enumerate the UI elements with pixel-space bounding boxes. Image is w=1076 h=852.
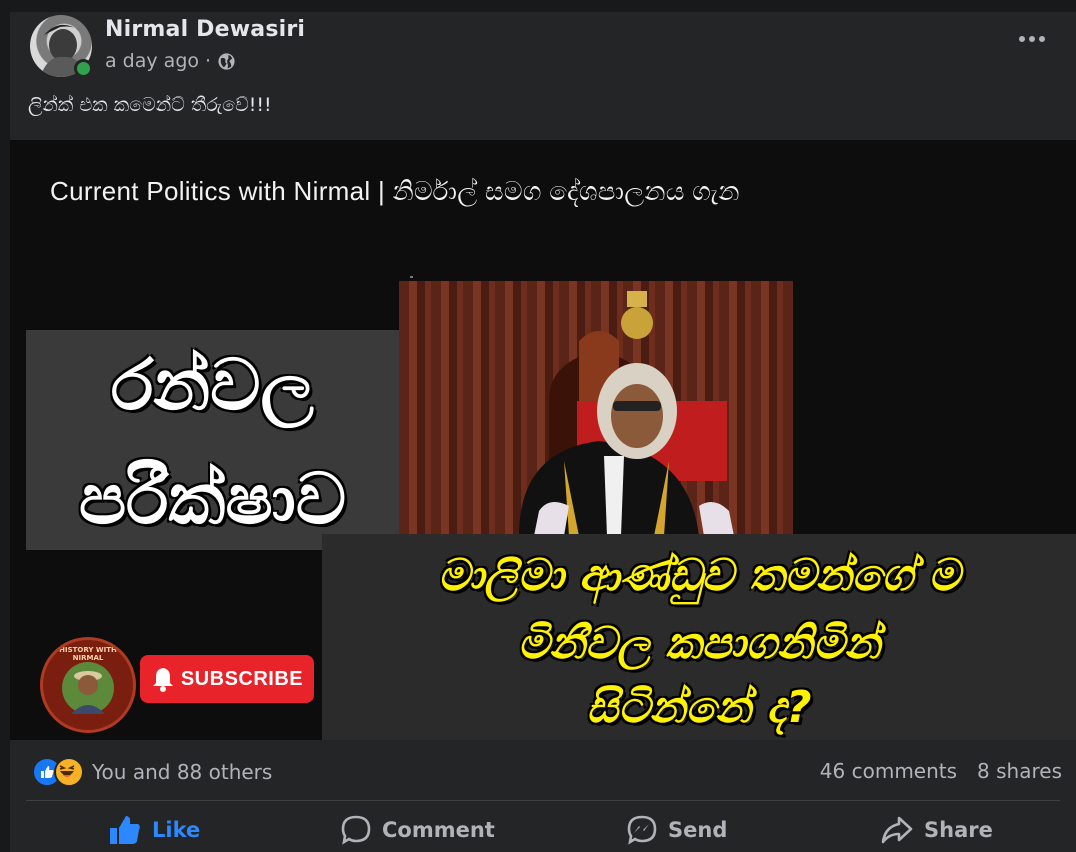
comment-icon [341,815,371,845]
comment-label: Comment [382,818,495,842]
headline-line-1: රන්වල [111,344,314,426]
post-card: Nirmal Dewasiri a day ago · ලින්ක් එක කම… [10,12,1076,852]
send-icon [627,815,657,845]
speaker-photo [399,281,793,536]
like-label: Like [152,818,201,842]
dot [1039,36,1045,42]
author-name[interactable]: Nirmal Dewasiri [105,17,305,42]
online-status-dot [74,59,93,78]
share-label: Share [924,818,993,842]
reactions-text: You and 88 others [92,760,273,784]
video-title: Current Politics with Nirmal | නිර්මාල් … [50,176,740,206]
post-meta: a day ago · [105,50,236,72]
share-icon [881,816,913,844]
channel-logo: HISTORY WITH NIRMAL [40,637,136,733]
shares-count[interactable]: 8 shares [977,759,1062,783]
bell-icon [152,668,173,692]
comment-button[interactable]: Comment [340,814,495,846]
comments-count[interactable]: 46 comments [820,759,957,783]
question-line-3: සිටින්නේ ද? [586,682,812,733]
like-button[interactable]: Like [108,814,200,846]
share-button[interactable]: Share [880,814,993,846]
question-line-1: මාලිමා ආණ්ඩුව තමන්ගේ ම [437,550,961,601]
top-strip [0,0,1076,12]
dot [1019,36,1025,42]
divider [26,800,1060,801]
question-line-2: මිනීවල කපාගනිමින් [517,618,881,669]
action-bar: Like Comment Send Share [10,810,1076,852]
counts: 46 comments 8 shares [820,759,1062,783]
send-button[interactable]: Send [626,814,727,846]
video-thumbnail[interactable]: Current Politics with Nirmal | නිර්මාල් … [10,140,1076,740]
dot [1029,36,1035,42]
meta-separator: · [205,50,212,72]
speck [410,276,413,278]
post-time[interactable]: a day ago [105,50,199,72]
more-options-icon[interactable] [1019,36,1045,42]
subscribe-badge: SUBSCRIBE [140,655,314,703]
reactions[interactable]: You and 88 others [32,757,272,787]
engagement-stats: You and 88 others 46 comments 8 shares [32,757,1072,791]
subscribe-label: SUBSCRIBE [180,667,304,690]
haha-reaction-icon [54,757,84,787]
headline-line-2: පරීක්ෂාව [78,458,347,540]
send-label: Send [668,818,728,842]
like-icon [110,816,140,844]
post-caption: ලින්ක් එක කමෙන්ට් තීරුවේ!!! [28,94,272,116]
globe-icon[interactable] [217,52,236,71]
